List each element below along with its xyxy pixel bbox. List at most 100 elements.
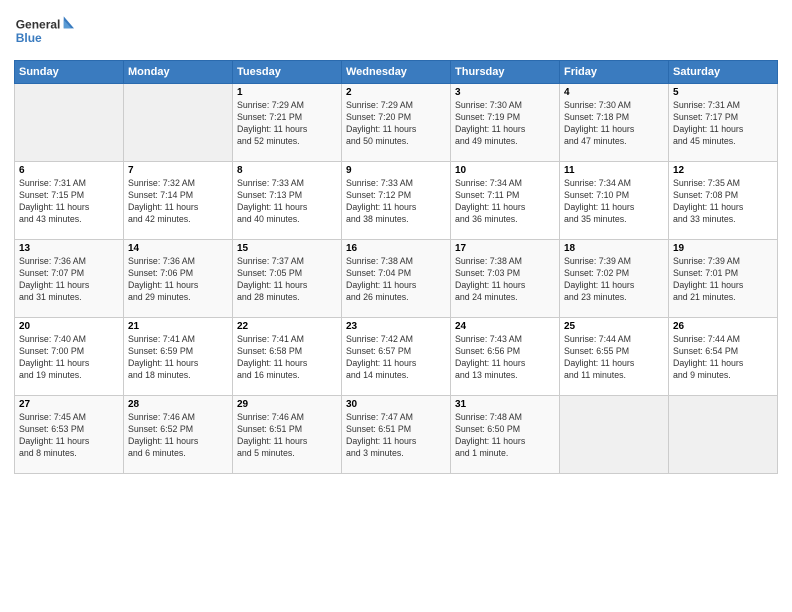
day-number: 4 bbox=[564, 87, 664, 98]
calendar-cell: 4 Sunrise: 7:30 AMSunset: 7:18 PMDaylight… bbox=[560, 84, 669, 162]
day-number: 11 bbox=[564, 165, 664, 176]
day-info: Sunrise: 7:34 AMSunset: 7:10 PMDaylight:… bbox=[564, 178, 664, 226]
calendar-cell: 24 Sunrise: 7:43 AMSunset: 6:56 PMDayligh… bbox=[451, 318, 560, 396]
day-info: Sunrise: 7:42 AMSunset: 6:57 PMDaylight:… bbox=[346, 334, 446, 382]
calendar-cell: 28 Sunrise: 7:46 AMSunset: 6:52 PMDayligh… bbox=[124, 396, 233, 474]
day-number: 20 bbox=[19, 321, 119, 332]
day-info: Sunrise: 7:36 AMSunset: 7:06 PMDaylight:… bbox=[128, 256, 228, 304]
calendar-cell: 27 Sunrise: 7:45 AMSunset: 6:53 PMDayligh… bbox=[15, 396, 124, 474]
day-number: 22 bbox=[237, 321, 337, 332]
calendar-header-saturday: Saturday bbox=[669, 61, 778, 84]
day-info: Sunrise: 7:30 AMSunset: 7:18 PMDaylight:… bbox=[564, 100, 664, 148]
calendar-table: SundayMondayTuesdayWednesdayThursdayFrid… bbox=[14, 60, 778, 474]
calendar-cell bbox=[15, 84, 124, 162]
svg-text:General: General bbox=[16, 17, 61, 31]
day-number: 9 bbox=[346, 165, 446, 176]
calendar-week-5: 27 Sunrise: 7:45 AMSunset: 6:53 PMDayligh… bbox=[15, 396, 778, 474]
day-number: 28 bbox=[128, 399, 228, 410]
day-number: 6 bbox=[19, 165, 119, 176]
calendar-cell: 7Sunrise: 7:32 AMSunset: 7:14 PMDaylight… bbox=[124, 162, 233, 240]
calendar-cell: 9 Sunrise: 7:33 AMSunset: 7:12 PMDaylight… bbox=[342, 162, 451, 240]
calendar-cell: 15 Sunrise: 7:37 AMSunset: 7:05 PMDayligh… bbox=[233, 240, 342, 318]
calendar-cell: 26 Sunrise: 7:44 AMSunset: 6:54 PMDayligh… bbox=[669, 318, 778, 396]
day-info: Sunrise: 7:36 AMSunset: 7:07 PMDaylight:… bbox=[19, 256, 119, 304]
calendar-cell: 8Sunrise: 7:33 AMSunset: 7:13 PMDaylight… bbox=[233, 162, 342, 240]
day-info: Sunrise: 7:41 AMSunset: 6:58 PMDaylight:… bbox=[237, 334, 337, 382]
calendar-cell: 29Sunrise: 7:46 AMSunset: 6:51 PMDayligh… bbox=[233, 396, 342, 474]
calendar-cell: 12 Sunrise: 7:35 AMSunset: 7:08 PMDayligh… bbox=[669, 162, 778, 240]
day-number: 8 bbox=[237, 165, 337, 176]
day-info: Sunrise: 7:33 AMSunset: 7:12 PMDaylight:… bbox=[346, 178, 446, 226]
day-info: Sunrise: 7:37 AMSunset: 7:05 PMDaylight:… bbox=[237, 256, 337, 304]
day-number: 24 bbox=[455, 321, 555, 332]
calendar-cell: 30 Sunrise: 7:47 AMSunset: 6:51 PMDayligh… bbox=[342, 396, 451, 474]
calendar-cell: 17 Sunrise: 7:38 AMSunset: 7:03 PMDayligh… bbox=[451, 240, 560, 318]
day-number: 27 bbox=[19, 399, 119, 410]
day-info: Sunrise: 7:29 AMSunset: 7:20 PMDaylight:… bbox=[346, 100, 446, 148]
day-info: Sunrise: 7:30 AMSunset: 7:19 PMDaylight:… bbox=[455, 100, 555, 148]
calendar-header-sunday: Sunday bbox=[15, 61, 124, 84]
calendar-cell: 5 Sunrise: 7:31 AMSunset: 7:17 PMDaylight… bbox=[669, 84, 778, 162]
calendar-cell: 23 Sunrise: 7:42 AMSunset: 6:57 PMDayligh… bbox=[342, 318, 451, 396]
day-info: Sunrise: 7:46 AMSunset: 6:51 PMDaylight:… bbox=[237, 412, 337, 460]
day-number: 15 bbox=[237, 243, 337, 254]
day-number: 12 bbox=[673, 165, 773, 176]
logo: General Blue bbox=[14, 10, 74, 52]
day-number: 3 bbox=[455, 87, 555, 98]
day-number: 30 bbox=[346, 399, 446, 410]
calendar-cell: 31 Sunrise: 7:48 AMSunset: 6:50 PMDayligh… bbox=[451, 396, 560, 474]
calendar-cell: 3 Sunrise: 7:30 AMSunset: 7:19 PMDaylight… bbox=[451, 84, 560, 162]
calendar-cell: 25Sunrise: 7:44 AMSunset: 6:55 PMDayligh… bbox=[560, 318, 669, 396]
calendar-cell: 18Sunrise: 7:39 AMSunset: 7:02 PMDayligh… bbox=[560, 240, 669, 318]
svg-text:Blue: Blue bbox=[16, 31, 42, 45]
day-info: Sunrise: 7:44 AMSunset: 6:55 PMDaylight:… bbox=[564, 334, 664, 382]
day-info: Sunrise: 7:44 AMSunset: 6:54 PMDaylight:… bbox=[673, 334, 773, 382]
calendar-week-3: 13 Sunrise: 7:36 AMSunset: 7:07 PMDayligh… bbox=[15, 240, 778, 318]
calendar-header-wednesday: Wednesday bbox=[342, 61, 451, 84]
day-info: Sunrise: 7:29 AMSunset: 7:21 PMDaylight:… bbox=[237, 100, 337, 148]
day-info: Sunrise: 7:43 AMSunset: 6:56 PMDaylight:… bbox=[455, 334, 555, 382]
day-info: Sunrise: 7:31 AMSunset: 7:15 PMDaylight:… bbox=[19, 178, 119, 226]
day-info: Sunrise: 7:39 AMSunset: 7:01 PMDaylight:… bbox=[673, 256, 773, 304]
calendar-cell: 21 Sunrise: 7:41 AMSunset: 6:59 PMDayligh… bbox=[124, 318, 233, 396]
day-number: 26 bbox=[673, 321, 773, 332]
day-info: Sunrise: 7:48 AMSunset: 6:50 PMDaylight:… bbox=[455, 412, 555, 460]
calendar-week-4: 20 Sunrise: 7:40 AMSunset: 7:00 PMDayligh… bbox=[15, 318, 778, 396]
day-info: Sunrise: 7:35 AMSunset: 7:08 PMDaylight:… bbox=[673, 178, 773, 226]
day-number: 16 bbox=[346, 243, 446, 254]
day-info: Sunrise: 7:41 AMSunset: 6:59 PMDaylight:… bbox=[128, 334, 228, 382]
day-number: 23 bbox=[346, 321, 446, 332]
day-number: 1 bbox=[237, 87, 337, 98]
calendar-cell: 20 Sunrise: 7:40 AMSunset: 7:00 PMDayligh… bbox=[15, 318, 124, 396]
calendar-cell: 2 Sunrise: 7:29 AMSunset: 7:20 PMDaylight… bbox=[342, 84, 451, 162]
calendar-week-2: 6 Sunrise: 7:31 AMSunset: 7:15 PMDaylight… bbox=[15, 162, 778, 240]
day-info: Sunrise: 7:31 AMSunset: 7:17 PMDaylight:… bbox=[673, 100, 773, 148]
day-info: Sunrise: 7:32 AMSunset: 7:14 PMDaylight:… bbox=[128, 178, 228, 226]
day-info: Sunrise: 7:39 AMSunset: 7:02 PMDaylight:… bbox=[564, 256, 664, 304]
calendar-cell: 16 Sunrise: 7:38 AMSunset: 7:04 PMDayligh… bbox=[342, 240, 451, 318]
calendar-header-tuesday: Tuesday bbox=[233, 61, 342, 84]
calendar-cell: 22 Sunrise: 7:41 AMSunset: 6:58 PMDayligh… bbox=[233, 318, 342, 396]
day-info: Sunrise: 7:40 AMSunset: 7:00 PMDaylight:… bbox=[19, 334, 119, 382]
day-info: Sunrise: 7:34 AMSunset: 7:11 PMDaylight:… bbox=[455, 178, 555, 226]
day-number: 31 bbox=[455, 399, 555, 410]
day-number: 5 bbox=[673, 87, 773, 98]
day-info: Sunrise: 7:38 AMSunset: 7:04 PMDaylight:… bbox=[346, 256, 446, 304]
day-number: 2 bbox=[346, 87, 446, 98]
day-number: 21 bbox=[128, 321, 228, 332]
day-info: Sunrise: 7:38 AMSunset: 7:03 PMDaylight:… bbox=[455, 256, 555, 304]
calendar-header-thursday: Thursday bbox=[451, 61, 560, 84]
day-number: 14 bbox=[128, 243, 228, 254]
day-info: Sunrise: 7:46 AMSunset: 6:52 PMDaylight:… bbox=[128, 412, 228, 460]
day-info: Sunrise: 7:45 AMSunset: 6:53 PMDaylight:… bbox=[19, 412, 119, 460]
calendar-cell: 14 Sunrise: 7:36 AMSunset: 7:06 PMDayligh… bbox=[124, 240, 233, 318]
day-number: 17 bbox=[455, 243, 555, 254]
day-info: Sunrise: 7:47 AMSunset: 6:51 PMDaylight:… bbox=[346, 412, 446, 460]
calendar-cell: 13 Sunrise: 7:36 AMSunset: 7:07 PMDayligh… bbox=[15, 240, 124, 318]
calendar-cell: 1 Sunrise: 7:29 AMSunset: 7:21 PMDaylight… bbox=[233, 84, 342, 162]
day-number: 13 bbox=[19, 243, 119, 254]
page-header: General Blue bbox=[14, 10, 778, 52]
calendar-week-1: 1 Sunrise: 7:29 AMSunset: 7:21 PMDaylight… bbox=[15, 84, 778, 162]
calendar-cell bbox=[669, 396, 778, 474]
calendar-cell bbox=[560, 396, 669, 474]
